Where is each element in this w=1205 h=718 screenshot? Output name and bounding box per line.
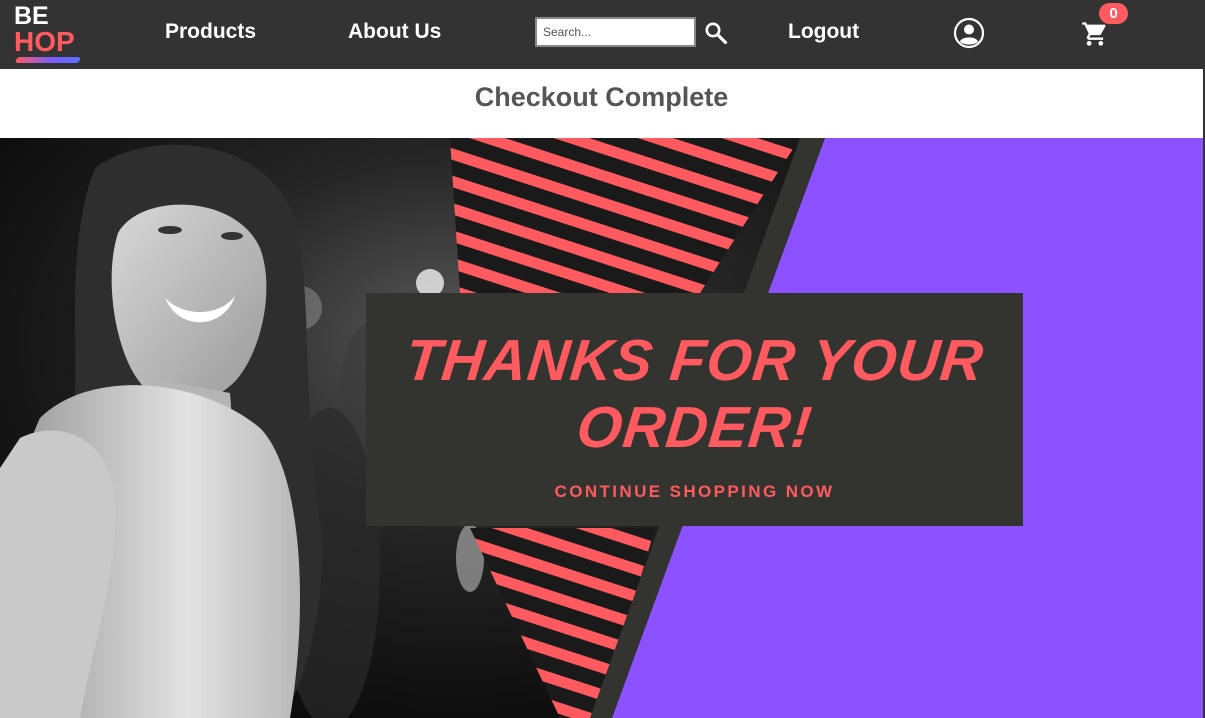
top-navbar: BE HOP Products About Us Logout 0 [0, 0, 1205, 69]
logo-swoosh [14, 57, 82, 63]
nav-logout-link[interactable]: Logout [788, 19, 859, 45]
continue-shopping-panel[interactable]: THANKS FOR YOUR ORDER! CONTINUE SHOPPING… [366, 293, 1023, 526]
search-input[interactable] [535, 17, 696, 47]
search-icon[interactable] [704, 21, 728, 45]
logo-text-hop: HOP [14, 26, 75, 57]
page-title: Checkout Complete [474, 82, 729, 112]
behop-logo[interactable]: BE HOP [14, 2, 84, 66]
thank-you-headline-line1: THANKS FOR YOUR [402, 328, 987, 393]
thank-you-hero-banner: THANKS FOR YOUR ORDER! CONTINUE SHOPPING… [0, 138, 1205, 718]
nav-products-link[interactable]: Products [165, 19, 256, 45]
nav-about-us-link[interactable]: About Us [348, 19, 441, 45]
thank-you-headline-line2: ORDER! [573, 395, 816, 460]
user-account-icon[interactable] [953, 17, 985, 49]
continue-shopping-link[interactable]: CONTINUE SHOPPING NOW [366, 481, 1023, 503]
cart-count-badge: 0 [1099, 3, 1128, 24]
shopping-cart-icon[interactable] [1081, 20, 1109, 48]
